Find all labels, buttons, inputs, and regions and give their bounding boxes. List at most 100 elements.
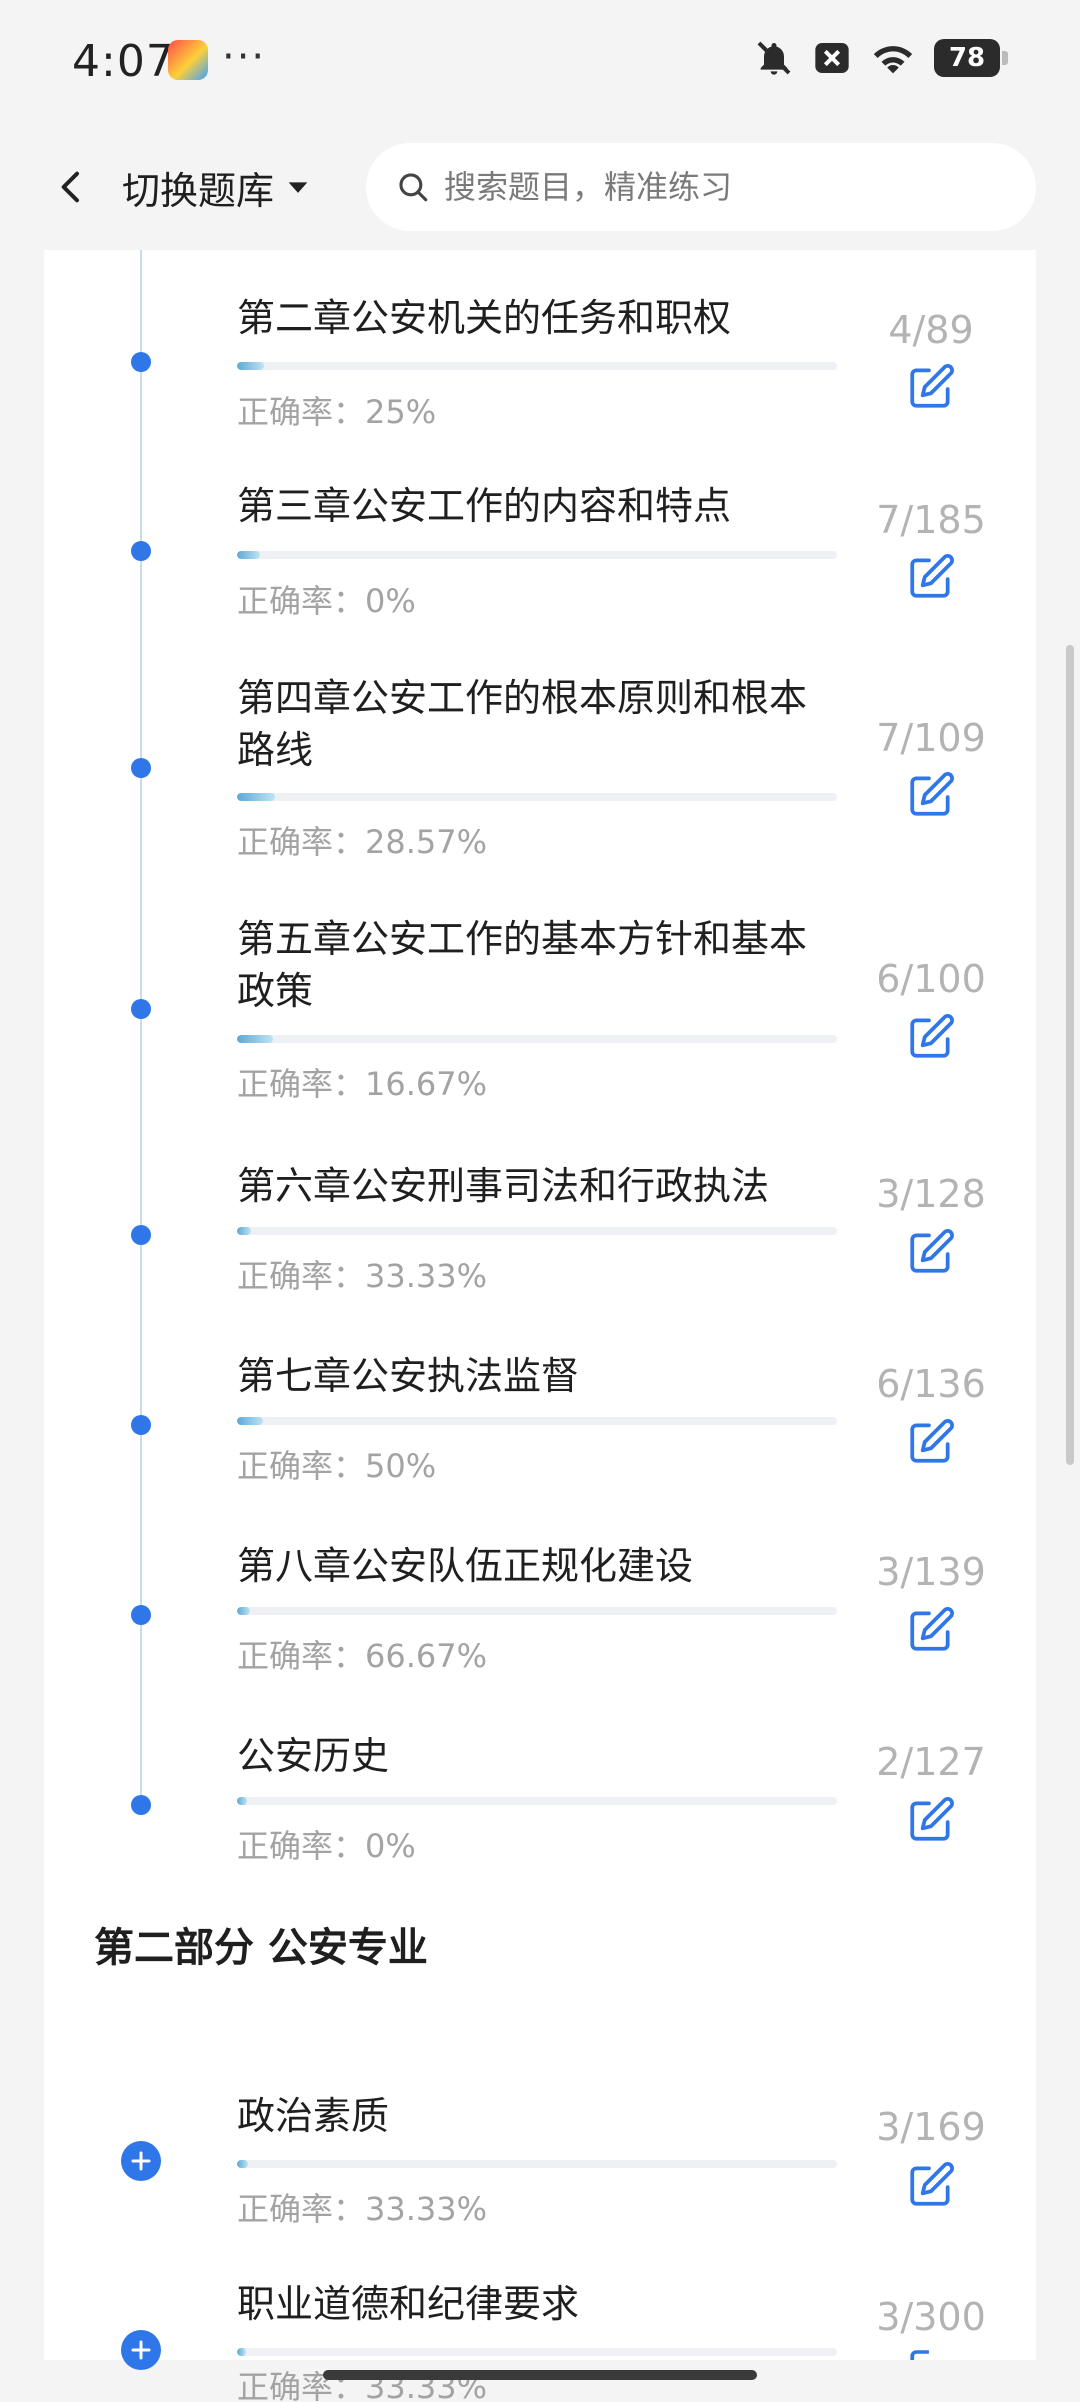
accuracy-label: 正确率：33.33% — [237, 2190, 488, 2228]
progress-bar — [237, 362, 837, 370]
accuracy-label: 正确率：50% — [237, 1447, 437, 1485]
expand-plus-icon[interactable] — [121, 2141, 161, 2181]
home-indicator[interactable] — [323, 2370, 757, 2380]
progress-fill — [237, 1227, 251, 1235]
wifi-icon — [873, 46, 913, 74]
edit-practice-icon[interactable] — [906, 770, 956, 820]
accuracy-label: 正确率：66.67% — [237, 1637, 488, 1675]
chapter-title: 第八章公安队伍正规化建设 — [237, 1544, 694, 1588]
timeline-dot — [131, 1225, 151, 1245]
switch-bank-dropdown[interactable]: 切换题库 — [122, 157, 312, 217]
progress-bar — [237, 2348, 837, 2356]
back-button[interactable] — [40, 155, 104, 219]
plus-icon — [131, 2151, 151, 2171]
accuracy-label: 正确率：28.57% — [237, 823, 488, 861]
progress-fill — [237, 1607, 251, 1615]
subject-title: 职业道德和纪律要求 — [237, 2282, 580, 2326]
question-count: 7/109 — [876, 716, 986, 760]
accuracy-label: 正确率：0% — [237, 582, 416, 620]
progress-bar — [237, 1417, 837, 1425]
question-count: 7/185 — [876, 498, 986, 542]
switch-bank-label: 切换题库 — [122, 168, 275, 213]
chapter-row[interactable]: 第四章公安工作的根本原则和根本路线 正确率：28.57% 7/109 — [44, 630, 1036, 870]
progress-fill — [237, 1035, 273, 1043]
accuracy-label: 正确率：25% — [237, 393, 437, 431]
edit-practice-icon[interactable] — [906, 2350, 956, 2360]
accuracy-label: 正确率：0% — [237, 1827, 416, 1865]
search-box[interactable] — [366, 143, 1036, 231]
question-count: 3/139 — [876, 1550, 986, 1594]
accuracy-label: 正确率：33.33% — [237, 1257, 488, 1295]
progress-fill — [237, 793, 276, 801]
close-box-icon — [815, 43, 849, 73]
edit-practice-icon[interactable] — [906, 552, 956, 602]
timeline-dot — [131, 1605, 151, 1625]
edit-practice-icon[interactable] — [906, 1795, 956, 1845]
subject-row[interactable]: 职业道德和纪律要求 正确率：33.33% 3/300 — [44, 2240, 1036, 2402]
progress-bar — [237, 1227, 837, 1235]
question-count: 3/169 — [876, 2105, 986, 2149]
chapter-title: 第三章公安工作的内容和特点 — [237, 484, 732, 528]
search-input[interactable] — [442, 167, 1006, 207]
timeline-dot — [131, 352, 151, 372]
progress-bar — [237, 551, 837, 559]
caret-down-icon — [288, 182, 308, 193]
accuracy-label: 正确率：33.33% — [237, 2368, 488, 2402]
progress-fill — [237, 551, 260, 559]
edit-practice-icon[interactable] — [906, 1605, 956, 1655]
app-notification-icon — [168, 40, 208, 80]
chapter-title: 第五章公安工作的基本方针和基本政策 — [237, 917, 808, 1013]
progress-fill — [237, 362, 264, 370]
progress-bar — [237, 1607, 837, 1615]
timeline-dot — [131, 1415, 151, 1435]
chapter-row[interactable]: 第五章公安工作的基本方针和基本政策 正确率：16.67% 6/100 — [44, 870, 1036, 1115]
top-bar: 切换题库 — [0, 125, 1080, 250]
edit-practice-icon[interactable] — [906, 2160, 956, 2210]
battery-icon: 78 — [934, 39, 1008, 77]
progress-fill — [237, 1797, 247, 1805]
expand-plus-icon[interactable] — [121, 2330, 161, 2370]
status-bar: 4:07 ··· 78 — [0, 0, 1080, 125]
timeline-dot — [131, 758, 151, 778]
chapter-row[interactable]: 第二章公安机关的任务和职权 正确率：25% 4/89 — [44, 250, 1036, 440]
timeline-dot — [131, 999, 151, 1019]
chapter-title: 第四章公安工作的根本原则和根本路线 — [237, 676, 808, 772]
question-count: 3/128 — [876, 1172, 986, 1216]
progress-bar — [237, 1797, 837, 1805]
chapter-title: 第二章公安机关的任务和职权 — [237, 296, 732, 340]
edit-practice-icon[interactable] — [906, 1417, 956, 1467]
plus-icon — [131, 2340, 151, 2360]
subject-row[interactable]: 政治素质 正确率：33.33% 3/169 — [44, 2050, 1036, 2240]
question-count: 4/89 — [888, 308, 974, 352]
chapter-title: 第六章公安刑事司法和行政执法 — [237, 1164, 770, 1208]
chapter-row[interactable]: 第七章公安执法监督 正确率：50% 6/136 — [44, 1305, 1036, 1495]
search-icon — [399, 173, 428, 202]
question-count: 6/136 — [876, 1362, 986, 1406]
status-time: 4:07 — [72, 36, 175, 87]
bell-off-icon — [757, 41, 791, 75]
chapter-row[interactable]: 第八章公安队伍正规化建设 正确率：66.67% 3/139 — [44, 1495, 1036, 1685]
progress-fill — [237, 2348, 246, 2356]
chapter-row[interactable]: 第三章公安工作的内容和特点 正确率：0% 7/185 — [44, 440, 1036, 630]
question-count: 2/127 — [876, 1740, 986, 1784]
edit-practice-icon[interactable] — [906, 362, 956, 412]
edit-practice-icon[interactable] — [906, 1227, 956, 1277]
chapter-row[interactable]: 公安历史 正确率：0% 2/127 — [44, 1685, 1036, 1875]
more-notifications-icon: ··· — [222, 34, 267, 80]
question-count: 6/100 — [876, 957, 986, 1001]
subject-title: 政治素质 — [237, 2094, 390, 2138]
scrollbar[interactable] — [1066, 645, 1074, 1465]
progress-fill — [237, 1417, 264, 1425]
accuracy-label: 正确率：16.67% — [237, 1065, 488, 1103]
chevron-left-icon — [61, 171, 79, 203]
chapter-row[interactable]: 第六章公安刑事司法和行政执法 正确率：33.33% 3/128 — [44, 1115, 1036, 1305]
progress-fill — [237, 2160, 248, 2168]
question-count: 3/300 — [876, 2295, 986, 2339]
progress-bar — [237, 793, 837, 801]
progress-bar — [237, 1035, 837, 1043]
chapter-list-card: 第二章公安机关的任务和职权 正确率：25% 4/89 第三章公安工作的内容和特点… — [44, 250, 1036, 2402]
section-title: 第二部分 公安专业 — [94, 1915, 428, 1977]
timeline-dot — [131, 541, 151, 561]
edit-practice-icon[interactable] — [906, 1012, 956, 1062]
chapter-title: 第七章公安执法监督 — [237, 1354, 580, 1398]
